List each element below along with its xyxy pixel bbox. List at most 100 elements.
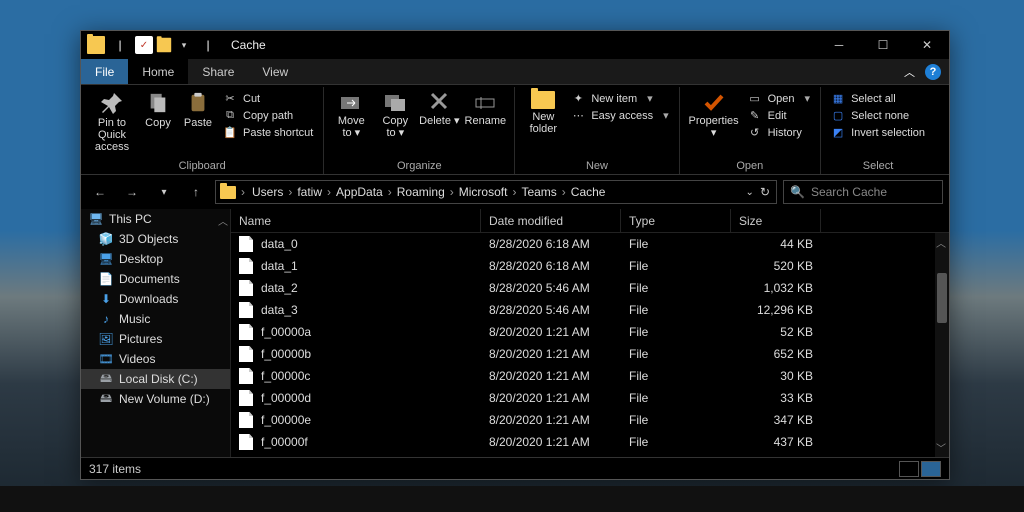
sidebar-item-3d-objects[interactable]: 🧊3D Objects <box>81 229 230 249</box>
invert-selection-button[interactable]: ◩Invert selection <box>827 125 929 140</box>
qat-props-icon[interactable]: ✓ <box>135 36 153 54</box>
copy-path-label: Copy path <box>243 110 293 122</box>
move-to-button[interactable]: Move to ▾ <box>330 89 372 139</box>
copy-to-button[interactable]: Copy to ▾ <box>374 89 416 139</box>
table-row[interactable]: f_00000a8/20/2020 1:21 AMFile52 KB <box>231 321 949 343</box>
table-row[interactable]: data_18/28/2020 6:18 AMFile520 KB <box>231 255 949 277</box>
file-size: 437 KB <box>731 431 821 453</box>
sidebar-item-new-volume-d-[interactable]: 🖴New Volume (D:) <box>81 389 230 409</box>
sidebar-scroll-up-icon[interactable]: ︿ <box>218 213 228 228</box>
pin-quickaccess-button[interactable]: Pin to Quick access <box>87 89 137 153</box>
table-row[interactable]: data_28/28/2020 5:46 AMFile1,032 KB <box>231 277 949 299</box>
cut-button[interactable]: ✂ Cut <box>219 91 317 106</box>
tab-view[interactable]: View <box>248 59 302 84</box>
scroll-down-icon[interactable]: ﹀ <box>936 440 946 455</box>
col-date[interactable]: Date modified <box>481 209 621 232</box>
open-button[interactable]: ▭Open▾ <box>744 91 814 106</box>
rename-icon <box>474 91 496 113</box>
sidebar-item-label: New Volume (D:) <box>119 392 210 406</box>
col-name[interactable]: Name <box>231 209 481 232</box>
breadcrumb-teams[interactable]: Teams <box>517 185 560 199</box>
view-large-icon[interactable] <box>921 461 941 477</box>
table-row[interactable]: f_00000e8/20/2020 1:21 AMFile347 KB <box>231 409 949 431</box>
table-row[interactable]: data_08/28/2020 6:18 AMFile44 KB <box>231 233 949 255</box>
select-none-button[interactable]: ▢Select none <box>827 108 929 123</box>
new-folder-button[interactable]: New folder <box>521 89 565 135</box>
table-row[interactable]: f_00000b8/20/2020 1:21 AMFile652 KB <box>231 343 949 365</box>
paste-button[interactable]: Paste <box>179 89 217 129</box>
address-dropdown-icon[interactable]: ⌄ <box>746 187 754 198</box>
address-bar[interactable]: › Users›fatiw›AppData›Roaming›Microsoft›… <box>215 180 777 204</box>
sidebar-this-pc[interactable]: 🖥 This PC <box>81 209 230 229</box>
up-button[interactable]: ↑ <box>183 179 209 205</box>
select-all-button[interactable]: ▦Select all <box>827 91 929 106</box>
scrollbar-track[interactable]: ︿ ﹀ <box>935 233 949 457</box>
qat-dropdown-icon[interactable]: ▾ <box>175 36 193 54</box>
tab-home[interactable]: Home <box>128 59 188 84</box>
maximize-button[interactable]: ☐ <box>861 31 905 59</box>
rename-button[interactable]: Rename <box>462 89 508 127</box>
clipboard-group-label: Clipboard <box>179 158 226 174</box>
scrollbar-thumb[interactable] <box>937 273 947 323</box>
breadcrumb-fatiw[interactable]: fatiw <box>293 185 326 199</box>
sidebar-item-documents[interactable]: 📄Documents <box>81 269 230 289</box>
chevron-right-icon: › <box>240 185 246 199</box>
file-icon <box>239 280 253 296</box>
sidebar-item-music[interactable]: ♪Music <box>81 309 230 329</box>
breadcrumb-roaming[interactable]: Roaming <box>393 185 449 199</box>
close-button[interactable]: ✕ <box>905 31 949 59</box>
collapse-ribbon-icon[interactable]: ︿ <box>904 64 915 80</box>
recent-dropdown[interactable]: ▾ <box>151 179 177 205</box>
sidebar-item-label: 3D Objects <box>119 232 178 246</box>
sidebar-item-pictures[interactable]: 🖼Pictures <box>81 329 230 349</box>
cut-icon: ✂ <box>223 92 237 105</box>
move-to-label: Move to ▾ <box>338 115 365 139</box>
delete-button[interactable]: Delete ▾ <box>418 89 460 127</box>
refresh-icon[interactable]: ↻ <box>760 185 770 199</box>
breadcrumb-users[interactable]: Users <box>248 185 287 199</box>
breadcrumb-cache[interactable]: Cache <box>567 185 610 199</box>
edit-button[interactable]: ✎Edit <box>744 108 814 123</box>
search-box[interactable]: 🔍 <box>783 180 943 204</box>
sidebar-item-label: Videos <box>119 352 155 366</box>
sidebar-item-desktop[interactable]: 🖥Desktop <box>81 249 230 269</box>
file-type: File <box>621 343 731 365</box>
view-details-icon[interactable] <box>899 461 919 477</box>
file-name: data_0 <box>261 237 298 251</box>
copy-path-icon: ⧉ <box>223 109 237 122</box>
easy-access-button[interactable]: ⋯Easy access▾ <box>567 108 672 123</box>
tab-file[interactable]: File <box>81 59 128 84</box>
help-icon[interactable]: ? <box>925 64 941 80</box>
view-toggle[interactable] <box>899 461 941 477</box>
sidebar-item-videos[interactable]: 🎞Videos <box>81 349 230 369</box>
new-item-button[interactable]: ✦New item▾ <box>567 91 672 106</box>
col-size[interactable]: Size <box>731 209 821 232</box>
file-date: 8/20/2020 1:21 AM <box>481 365 621 387</box>
sidebar-item-local-disk-c-[interactable]: 🖴Local Disk (C:) <box>81 369 230 389</box>
col-type[interactable]: Type <box>621 209 731 232</box>
properties-button[interactable]: Properties ▾ <box>686 89 742 139</box>
minimize-button[interactable]: ─ <box>817 31 861 59</box>
history-button[interactable]: ↺History <box>744 125 814 140</box>
copy-button[interactable]: Copy <box>139 89 177 129</box>
forward-button[interactable]: → <box>119 179 145 205</box>
file-icon <box>239 346 253 362</box>
copy-path-button[interactable]: ⧉ Copy path <box>219 108 317 123</box>
breadcrumb-appdata[interactable]: AppData <box>332 185 387 199</box>
sidebar-item-downloads[interactable]: ⬇Downloads <box>81 289 230 309</box>
file-size: 44 KB <box>731 233 821 255</box>
qat-newfolder-icon[interactable] <box>155 36 173 54</box>
easy-access-icon: ⋯ <box>571 109 585 122</box>
table-row[interactable]: f_00000f8/20/2020 1:21 AMFile437 KB <box>231 431 949 453</box>
scroll-up-icon[interactable]: ︿ <box>936 235 946 250</box>
new-item-label: New item <box>591 93 637 105</box>
table-row[interactable]: f_00000d8/20/2020 1:21 AMFile33 KB <box>231 387 949 409</box>
search-input[interactable] <box>811 185 936 199</box>
breadcrumb-microsoft[interactable]: Microsoft <box>455 185 512 199</box>
paste-shortcut-button[interactable]: 📋Paste shortcut <box>219 125 317 140</box>
table-row[interactable]: data_38/28/2020 5:46 AMFile12,296 KB <box>231 299 949 321</box>
cut-label: Cut <box>243 93 260 105</box>
tab-share[interactable]: Share <box>188 59 248 84</box>
back-button[interactable]: ← <box>87 179 113 205</box>
table-row[interactable]: f_00000c8/20/2020 1:21 AMFile30 KB <box>231 365 949 387</box>
